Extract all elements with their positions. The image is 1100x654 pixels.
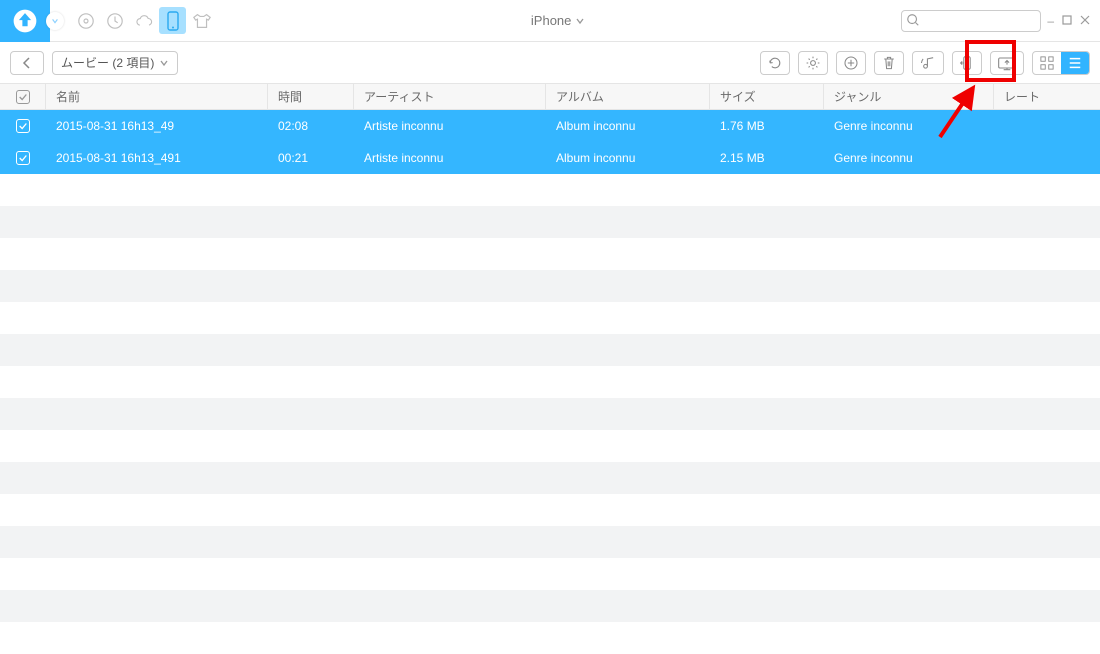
cell-size: 2.15 MB: [710, 142, 824, 174]
list-view-button[interactable]: [1061, 52, 1089, 74]
maximize-button[interactable]: [1062, 15, 1072, 27]
cell-rate: [994, 110, 1100, 142]
cell-album: Album inconnu: [546, 110, 710, 142]
brand-menu-toggle[interactable]: [46, 12, 64, 30]
apparel-tab-icon[interactable]: [188, 7, 215, 34]
device-selector[interactable]: iPhone: [215, 13, 901, 28]
table-body: 2015-08-31 16h13_49 02:08 Artiste inconn…: [0, 110, 1100, 174]
cell-genre: Genre inconnu: [824, 110, 994, 142]
header-size[interactable]: サイズ: [710, 84, 824, 109]
add-button[interactable]: [836, 51, 866, 75]
search-input[interactable]: [901, 10, 1041, 32]
row-checkbox[interactable]: [0, 110, 46, 142]
header-check[interactable]: [0, 84, 46, 109]
refresh-button[interactable]: [760, 51, 790, 75]
search-icon: [906, 13, 920, 30]
header-time[interactable]: 時間: [268, 84, 354, 109]
device-selector-label: iPhone: [531, 13, 571, 28]
table-row[interactable]: 2015-08-31 16h13_49 02:08 Artiste inconn…: [0, 110, 1100, 142]
search-field-wrap: [901, 10, 1041, 32]
cell-genre: Genre inconnu: [824, 142, 994, 174]
row-checkbox[interactable]: [0, 142, 46, 174]
view-mode-segment: [1032, 51, 1090, 75]
settings-button[interactable]: [798, 51, 828, 75]
to-itunes-button[interactable]: [912, 51, 944, 75]
cell-artist: Artiste inconnu: [354, 142, 546, 174]
cell-album: Album inconnu: [546, 142, 710, 174]
header-album[interactable]: アルバム: [546, 84, 710, 109]
title-bar: iPhone –: [0, 0, 1100, 42]
table-header: 名前 時間 アーティスト アルバム サイズ ジャンル レート: [0, 84, 1100, 110]
toolbar: ムービー (2 項目): [0, 42, 1100, 84]
minimize-button[interactable]: –: [1047, 15, 1054, 27]
empty-rows: [0, 174, 1100, 654]
to-computer-button[interactable]: [990, 51, 1024, 75]
header-name[interactable]: 名前: [46, 84, 268, 109]
clock-tab-icon[interactable]: [101, 7, 128, 34]
app-logo[interactable]: [0, 0, 50, 42]
breadcrumb-label: ムービー (2 項目): [61, 54, 154, 71]
delete-button[interactable]: [874, 51, 904, 75]
chevron-down-icon: [575, 16, 585, 26]
window-controls: –: [1047, 15, 1090, 27]
cloud-tab-icon[interactable]: [130, 7, 157, 34]
cell-time: 02:08: [268, 110, 354, 142]
header-rate[interactable]: レート: [994, 84, 1100, 109]
table-row[interactable]: 2015-08-31 16h13_491 00:21 Artiste incon…: [0, 142, 1100, 174]
category-tabs: [72, 7, 215, 34]
chevron-down-icon: [159, 58, 169, 68]
cell-name: 2015-08-31 16h13_49: [46, 110, 268, 142]
header-genre[interactable]: ジャンル: [824, 84, 994, 109]
to-device-button[interactable]: [952, 51, 982, 75]
cell-size: 1.76 MB: [710, 110, 824, 142]
cell-time: 00:21: [268, 142, 354, 174]
cell-name: 2015-08-31 16h13_491: [46, 142, 268, 174]
grid-view-button[interactable]: [1033, 52, 1061, 74]
breadcrumb-dropdown[interactable]: ムービー (2 項目): [52, 51, 178, 75]
header-artist[interactable]: アーティスト: [354, 84, 546, 109]
cell-rate: [994, 142, 1100, 174]
close-button[interactable]: [1080, 15, 1090, 27]
music-tab-icon[interactable]: [72, 7, 99, 34]
cell-artist: Artiste inconnu: [354, 110, 546, 142]
device-tab-icon[interactable]: [159, 7, 186, 34]
toolbar-actions: [760, 51, 1090, 75]
back-button[interactable]: [10, 51, 44, 75]
